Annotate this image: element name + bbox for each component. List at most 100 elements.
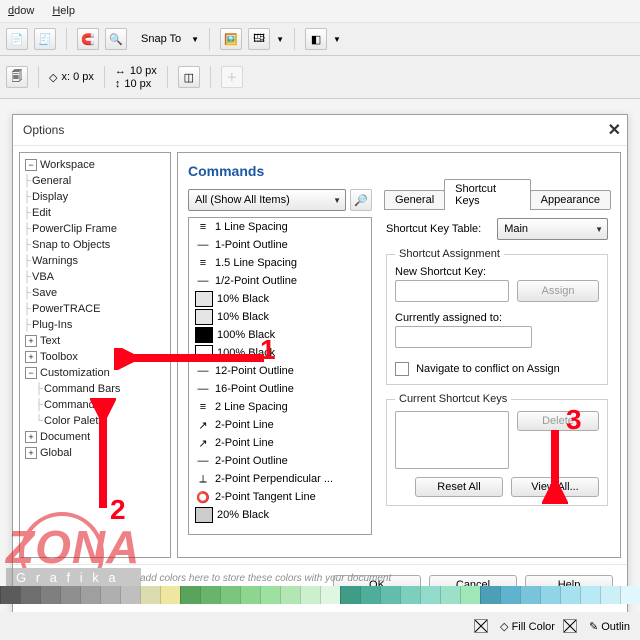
color-swatch[interactable] xyxy=(280,586,300,604)
tool-icon[interactable]: 🧲 xyxy=(77,28,99,50)
shortcut-table-combo[interactable]: Main▼ xyxy=(497,218,608,240)
color-swatch[interactable] xyxy=(100,586,120,604)
menu-help[interactable]: Help xyxy=(52,5,75,17)
chevron-down-icon[interactable]: ▼ xyxy=(276,35,284,44)
list-item[interactable]: 10% Black xyxy=(189,290,371,308)
color-swatch[interactable] xyxy=(400,586,420,604)
tree-item-customization[interactable]: −Customization xyxy=(22,365,168,381)
color-swatch[interactable] xyxy=(180,586,200,604)
color-swatch[interactable] xyxy=(460,586,480,604)
tab-shortcut-keys[interactable]: Shortcut Keys xyxy=(444,179,531,210)
new-shortcut-input[interactable] xyxy=(395,280,509,302)
list-item[interactable]: 100% Black xyxy=(189,344,371,362)
color-swatch[interactable] xyxy=(40,586,60,604)
tree-item[interactable]: ├PowerClip Frame xyxy=(22,221,168,237)
color-swatch[interactable] xyxy=(380,586,400,604)
list-item[interactable]: ≡1 Line Spacing xyxy=(189,218,371,236)
color-swatch[interactable] xyxy=(500,586,520,604)
tool-icon[interactable]: 🖽 xyxy=(248,28,270,50)
tool-icon[interactable]: ◫ xyxy=(178,66,200,88)
tree-item[interactable]: +Toolbox xyxy=(22,349,168,365)
current-shortcut-list[interactable] xyxy=(395,411,509,469)
tool-icon[interactable]: 🧾 xyxy=(34,28,56,50)
tool-icon[interactable]: 📄 xyxy=(6,28,28,50)
color-swatch[interactable] xyxy=(160,586,180,604)
tree-expand-icon[interactable]: + xyxy=(25,351,37,363)
tree-item[interactable]: ├Warnings xyxy=(22,253,168,269)
list-item[interactable]: ⭕2-Point Tangent Line xyxy=(189,488,371,506)
list-item[interactable]: 10% Black xyxy=(189,308,371,326)
tree-collapse-icon[interactable]: − xyxy=(25,159,37,171)
list-item[interactable]: ≡1.5 Line Spacing xyxy=(189,254,371,272)
color-swatch[interactable] xyxy=(240,586,260,604)
color-swatch[interactable] xyxy=(340,586,360,604)
tree-item[interactable]: ├Edit xyxy=(22,205,168,221)
tree-expand-icon[interactable]: + xyxy=(25,447,37,459)
delete-button[interactable]: Delete xyxy=(517,411,599,431)
chevron-down-icon[interactable]: ▼ xyxy=(333,35,341,44)
tree-item[interactable]: ├Save xyxy=(22,285,168,301)
color-swatch[interactable] xyxy=(420,586,440,604)
color-swatch[interactable] xyxy=(20,586,40,604)
tool-icon[interactable]: ◧ xyxy=(305,28,327,50)
list-item[interactable]: 100% Black xyxy=(189,326,371,344)
color-swatch[interactable] xyxy=(320,586,340,604)
color-swatch[interactable] xyxy=(0,586,20,604)
list-item[interactable]: ↗2-Point Line xyxy=(189,434,371,452)
color-swatch[interactable] xyxy=(440,586,460,604)
tree-item[interactable]: ├Plug-Ins xyxy=(22,317,168,333)
no-outline-icon[interactable] xyxy=(563,619,577,633)
no-fill-icon[interactable] xyxy=(474,619,488,633)
color-swatch[interactable] xyxy=(360,586,380,604)
tree-item[interactable]: +Text xyxy=(22,333,168,349)
commands-list[interactable]: ≡1 Line Spacing—1-Point Outline≡1.5 Line… xyxy=(188,217,372,535)
color-swatch[interactable] xyxy=(600,586,620,604)
color-swatch[interactable] xyxy=(560,586,580,604)
search-icon[interactable]: 🔎 xyxy=(350,189,372,211)
tab-appearance[interactable]: Appearance xyxy=(530,190,611,209)
add-icon[interactable]: ＋ xyxy=(221,66,243,88)
color-swatch[interactable] xyxy=(580,586,600,604)
chevron-down-icon[interactable]: ▼ xyxy=(191,35,199,44)
color-swatch[interactable] xyxy=(80,586,100,604)
reset-all-button[interactable]: Reset All xyxy=(415,477,503,497)
tree-item[interactable]: ├Snap to Objects xyxy=(22,237,168,253)
currently-assigned-input[interactable] xyxy=(395,326,532,348)
color-swatch[interactable] xyxy=(260,586,280,604)
menu-window[interactable]: ddow xyxy=(8,5,34,17)
tool-icon[interactable]: 🔍 xyxy=(105,28,127,50)
menubar[interactable]: ddow Help xyxy=(0,0,640,23)
list-item[interactable]: —16-Point Outline xyxy=(189,380,371,398)
color-swatch[interactable] xyxy=(520,586,540,604)
tree-collapse-icon[interactable]: − xyxy=(25,367,37,379)
tree-item[interactable]: ├Command Bars xyxy=(22,381,168,397)
tree-expand-icon[interactable]: + xyxy=(25,335,37,347)
tree-item[interactable]: ├Display xyxy=(22,189,168,205)
list-item[interactable]: ↗2-Point Line xyxy=(189,416,371,434)
color-swatch[interactable] xyxy=(300,586,320,604)
list-item[interactable]: —12-Point Outline xyxy=(189,362,371,380)
tree-item[interactable]: ├PowerTRACE xyxy=(22,301,168,317)
tool-icon[interactable]: 🗐 xyxy=(6,66,28,88)
color-swatch[interactable] xyxy=(620,586,640,604)
list-item[interactable]: 20% Black xyxy=(189,506,371,524)
color-swatch[interactable] xyxy=(140,586,160,604)
tool-icon[interactable]: 🖼️ xyxy=(220,28,242,50)
list-item[interactable]: —2-Point Outline xyxy=(189,452,371,470)
tab-general[interactable]: General xyxy=(384,190,445,209)
list-item[interactable]: —1/2-Point Outline xyxy=(189,272,371,290)
options-tree[interactable]: −Workspace ├General ├Display ├Edit ├Powe… xyxy=(19,152,171,558)
tree-expand-icon[interactable]: + xyxy=(25,431,37,443)
color-swatch[interactable] xyxy=(120,586,140,604)
color-swatch[interactable] xyxy=(540,586,560,604)
color-swatch[interactable] xyxy=(220,586,240,604)
color-palette[interactable] xyxy=(0,586,640,604)
tree-item[interactable]: +Global xyxy=(22,445,168,461)
tree-item[interactable]: └Color Palette xyxy=(22,413,168,429)
view-all-button[interactable]: View All... xyxy=(511,477,599,497)
tree-item[interactable]: +Document xyxy=(22,429,168,445)
navigate-conflict-checkbox[interactable] xyxy=(395,362,409,376)
color-swatch[interactable] xyxy=(480,586,500,604)
commands-filter-combo[interactable]: All (Show All Items)▼ xyxy=(188,189,346,211)
tree-item-commands[interactable]: ├Commands xyxy=(22,397,168,413)
